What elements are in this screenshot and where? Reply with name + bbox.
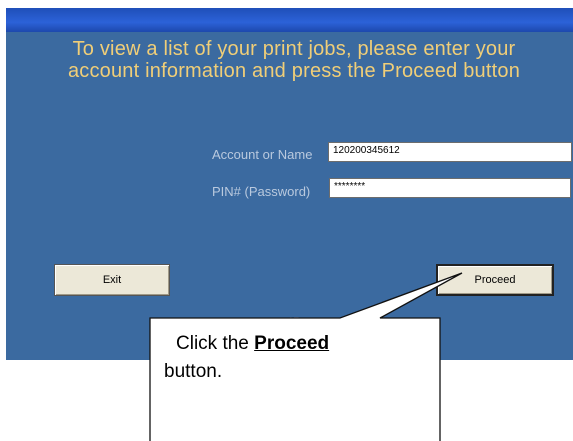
callout-suffix: button. — [164, 361, 223, 382]
callout-emphasis: Proceed — [254, 333, 330, 354]
callout-prefix: Click the — [176, 333, 255, 354]
callout-text: Click the Proceed button. — [164, 330, 404, 386]
